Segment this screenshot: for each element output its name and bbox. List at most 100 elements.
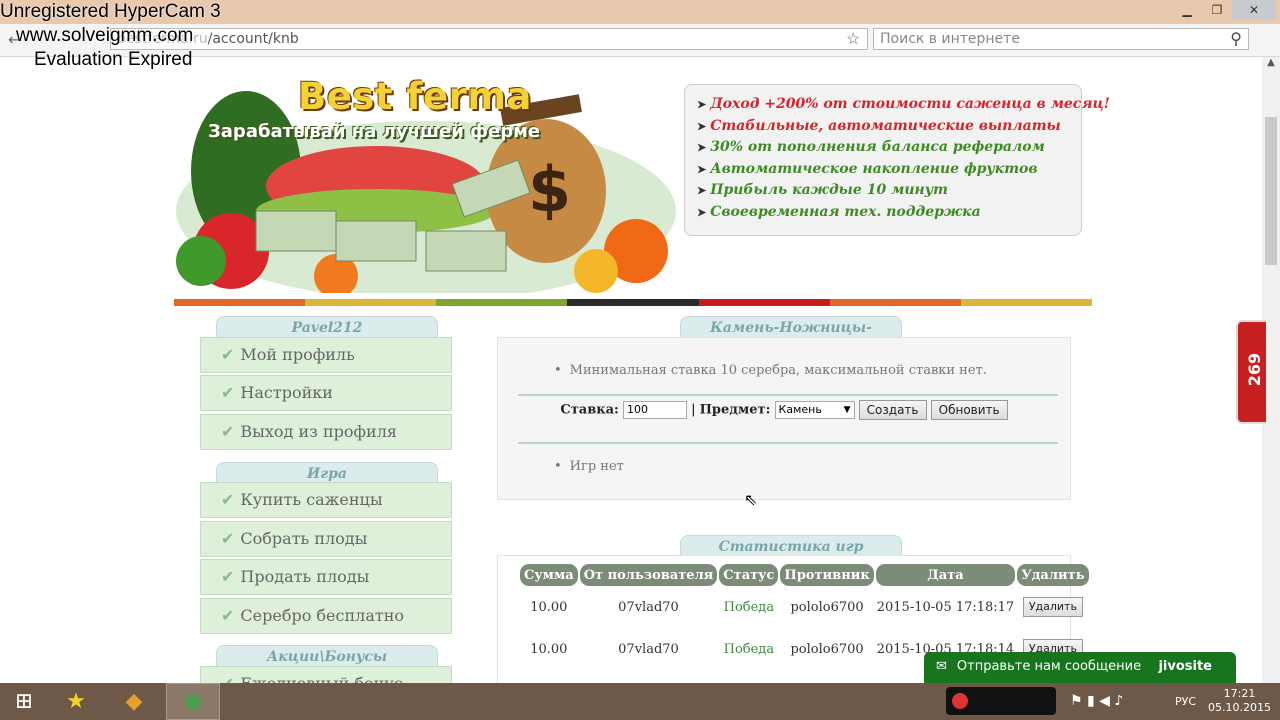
check-icon: ✔ [221, 529, 235, 548]
arrow-icon: ➤ [697, 141, 707, 154]
sidebar-item-logout[interactable]: ✔ Выход из профиля [200, 414, 452, 450]
envelope-icon: ✉ [936, 659, 947, 674]
hypercam-recorder-controls[interactable] [946, 687, 1056, 715]
check-icon: ✔ [221, 422, 235, 441]
sidebar-item-daily-bonus[interactable]: ✔ Ежедневный бонус [200, 666, 452, 683]
address-bar[interactable]: bestferma.ru/account/knb [110, 28, 868, 50]
divider [518, 394, 1058, 396]
banner-subtitle: Зарабатывай на лучшей ферме [208, 121, 541, 142]
check-icon: ✔ [221, 606, 235, 625]
col-status-header: Статус [719, 564, 779, 586]
no-games-text: Игр нет [554, 459, 624, 474]
livechat-text: Отправьте нам сообщение [956, 659, 1142, 674]
side-counter-badge[interactable]: 269 [1236, 320, 1266, 424]
col-from-header: От пользователя [579, 564, 718, 586]
recorder-watermark: Unregistered HyperCam 3 www.solveigmm.co… [0, 0, 221, 72]
cell-date: 2015-10-05 17:18:17 [876, 599, 1015, 615]
chrome-taskbar-icon[interactable]: ◉ [166, 683, 220, 720]
close-button[interactable]: ✕ [1232, 0, 1276, 20]
cell-sum: 10.00 [530, 599, 568, 615]
sidebar-item-free-silver[interactable]: ✔ Серебро бесплатно [200, 598, 452, 634]
feature-item: ➤ Своевременная тех. поддержка [697, 202, 1081, 224]
site-banner: $ Best ferma Зарабатывай на лучшей ферме [176, 61, 676, 293]
cell-from: 07vlad70 [618, 641, 679, 657]
arrow-icon: ➤ [697, 162, 707, 176]
stripe-segment [305, 299, 437, 306]
arrow-icon: ➤ [697, 98, 707, 111]
check-icon: ✔ [221, 345, 235, 364]
create-button[interactable]: Создать [858, 400, 927, 420]
sidebar-item-label: Ежедневный бонус [240, 674, 402, 683]
windows-taskbar: ⊞ ★ ◆ ◉ ⚑ ▮ ◀ ♪ РУС 17:21 05.10.2015 [0, 683, 1280, 720]
minimize-button[interactable]: ▁ [1172, 0, 1202, 20]
item-label: Предмет: [699, 402, 771, 418]
tray-icons[interactable]: ⚑ ▮ ◀ ♪ [1070, 683, 1123, 720]
arrow-icon: ➤ [697, 184, 707, 197]
sidebar-item-sell-fruits[interactable]: ✔ Продать плоды [200, 559, 452, 595]
start-button-icon[interactable]: ⊞ [0, 683, 48, 720]
badge-count: 269 [1245, 352, 1265, 387]
check-icon: ✔ [221, 383, 235, 402]
search-icon[interactable]: ⚲ [1230, 29, 1242, 48]
sidebar-item-label: Выход из профиля [240, 422, 397, 441]
sidebar-item-label: Мой профиль [240, 345, 355, 364]
mouse-cursor-icon: ⇖ [744, 490, 758, 509]
color-stripe-divider [174, 299, 1092, 306]
bet-label: Ставка: [560, 402, 619, 418]
sidebar-header-user: Pavel212 [216, 316, 438, 338]
feature-item: ➤ Прибыль каждые 10 минут [697, 180, 1081, 202]
table-row: 10.00 07vlad70 Победа pololo6700 2015-10… [520, 586, 1089, 628]
maximize-button[interactable]: ❐ [1202, 0, 1232, 20]
sidebar-item-buy-seedlings[interactable]: ✔ Купить саженцы [200, 482, 452, 518]
sidebar-item-settings[interactable]: ✔ Настройки [200, 375, 452, 411]
col-sum-header: Сумма [520, 564, 578, 586]
livechat-brand: jivosite [1158, 659, 1212, 674]
stripe-segment [698, 299, 830, 306]
features-box: ➤ Доход +200% от стоимости саженца в меся… [684, 84, 1110, 236]
stats-panel-title: Статистика игр [680, 535, 902, 557]
feature-text: Доход +200% от стоимости саженца в месяц… [710, 96, 1110, 112]
cell-sum: 10.00 [530, 641, 568, 657]
sidebar-item-profile[interactable]: ✔ Мой профиль [200, 337, 452, 373]
col-delete-header: Удалить [1017, 564, 1089, 586]
cell-from: 07vlad70 [618, 599, 679, 615]
feature-text: 30% от пополнения баланса рефералом [710, 139, 1045, 155]
language-indicator[interactable]: РУС [1175, 683, 1196, 720]
feature-item: ➤ 30% от пополнения баланса рефералом [697, 137, 1081, 159]
game-info-text: Минимальная ставка 10 серебра, максималь… [554, 363, 987, 378]
check-icon: ✔ [221, 490, 235, 509]
sidebar-item-label: Серебро бесплатно [240, 606, 404, 625]
scroll-up-icon[interactable]: ▲ [1262, 57, 1280, 75]
sidebar-header-bonuses: Акции\Бонусы [216, 645, 438, 667]
stripe-segment [829, 299, 961, 306]
col-date-header: Дата [875, 564, 1016, 586]
window-controls: ▁ ❐ ✕ [1172, 0, 1276, 20]
delete-button[interactable]: Удалить [1022, 597, 1083, 617]
feature-item: ➤ Стабильные, автоматические выплаты [697, 116, 1081, 138]
stripe-segment [567, 299, 699, 306]
stripe-segment [174, 299, 306, 306]
bet-input[interactable]: 100 [623, 401, 687, 419]
record-icon[interactable] [952, 693, 968, 709]
banner-title: Best ferma [298, 75, 532, 118]
create-game-form: Ставка: 100 | Предмет: Камень ▼ Создать О… [498, 400, 1070, 420]
clock-date: 05.10.2015 [1208, 701, 1271, 714]
livechat-widget[interactable]: ✉ Отправьте нам сообщение jivosite [924, 652, 1236, 684]
favorites-star-icon[interactable]: ★ [52, 683, 100, 720]
check-icon: ✔ [221, 674, 234, 683]
search-input[interactable]: Поиск в интернете ⚲ [873, 28, 1249, 50]
feature-text: Автоматическое накопление фруктов [710, 160, 1038, 177]
sidebar-item-collect-fruits[interactable]: ✔ Собрать плоды [200, 521, 452, 557]
cell-opponent: pololo6700 [790, 641, 864, 657]
item-select[interactable]: Камень ▼ [774, 401, 855, 419]
col-opponent-header: Противник [780, 564, 874, 586]
cell-opponent: pololo6700 [790, 599, 864, 615]
table-header-row: Сумма От пользователя Статус Противник Д… [520, 564, 1089, 586]
stripe-segment [436, 299, 568, 306]
taskbar-clock[interactable]: 17:21 05.10.2015 [1208, 687, 1271, 715]
refresh-button[interactable]: Обновить [930, 400, 1008, 420]
app-icon[interactable]: ◆ [110, 683, 158, 720]
bookmark-star-icon[interactable]: ☆ [846, 29, 860, 48]
scroll-thumb[interactable] [1265, 117, 1277, 265]
watermark-line-2: www.solveigmm.com [16, 25, 194, 46]
